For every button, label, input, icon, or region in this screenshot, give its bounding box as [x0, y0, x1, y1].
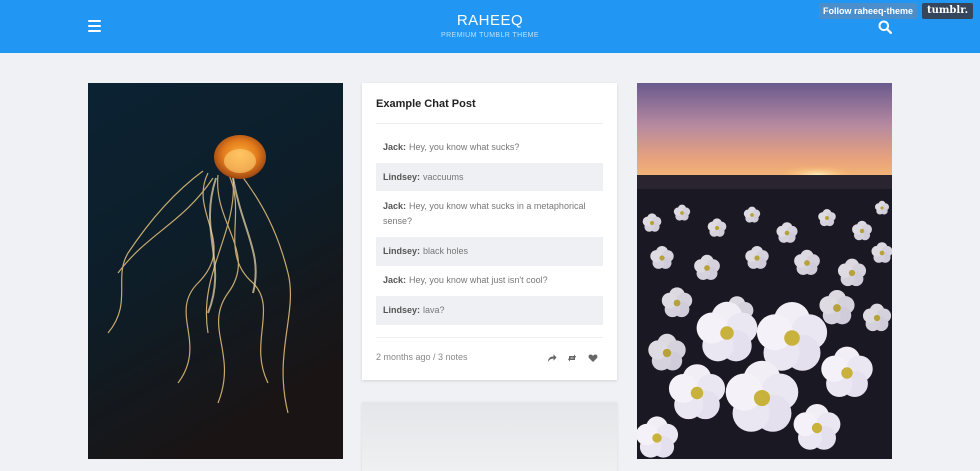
post-title[interactable]: Example Chat Post — [376, 98, 476, 110]
chat-speaker: Jack: — [383, 201, 407, 211]
chat-text: Hey, you know what sucks? — [409, 142, 520, 152]
like-heart-icon[interactable] — [588, 353, 598, 363]
next-post-card[interactable] — [362, 402, 617, 471]
share-icon[interactable] — [547, 353, 557, 363]
chat-line: Lindsey: black holes — [376, 237, 603, 266]
divider — [376, 337, 603, 338]
chat-text: black holes — [423, 246, 469, 256]
flower-field-photo[interactable] — [637, 83, 892, 459]
chat-speaker: Jack: — [383, 142, 407, 152]
chat-post-card: Example Chat Post Jack: Hey, you know wha… — [362, 83, 617, 380]
chat-line: Jack: Hey, you know what sucks in a metap… — [376, 199, 603, 229]
chat-line: Lindsey: lava? — [376, 296, 603, 325]
chat-line: Lindsey: vaccuums — [376, 163, 603, 191]
divider — [376, 123, 603, 124]
chat-text: Hey, you know what just isn't cool? — [409, 275, 548, 285]
post-meta-link[interactable]: 2 months ago / 3 notes — [376, 352, 468, 362]
chat-line: Jack: Hey, you know what sucks? — [376, 140, 603, 155]
chat-speaker: Jack: — [383, 275, 407, 285]
chat-text: lava? — [423, 305, 445, 315]
header-bar: RAHEEQ PREMIUM TUMBLR THEME Follow rahee… — [0, 0, 980, 53]
chat-line: Jack: Hey, you know what just isn't cool? — [376, 273, 603, 288]
chat-text: Hey, you know what sucks in a metaphoric… — [383, 201, 586, 226]
chat-speaker: Lindsey: — [383, 246, 421, 256]
tumblr-logo-button[interactable]: tumblr. — [922, 3, 973, 19]
chat-speaker: Lindsey: — [383, 172, 421, 182]
site-subtitle: PREMIUM TUMBLR THEME — [441, 32, 539, 39]
reblog-icon[interactable] — [567, 353, 577, 363]
jellyfish-photo[interactable] — [88, 83, 343, 459]
chat-text: vaccuums — [423, 172, 464, 182]
follow-button[interactable]: Follow raheeq-theme — [819, 3, 918, 19]
search-icon[interactable] — [878, 20, 892, 34]
chat-speaker: Lindsey: — [383, 305, 421, 315]
